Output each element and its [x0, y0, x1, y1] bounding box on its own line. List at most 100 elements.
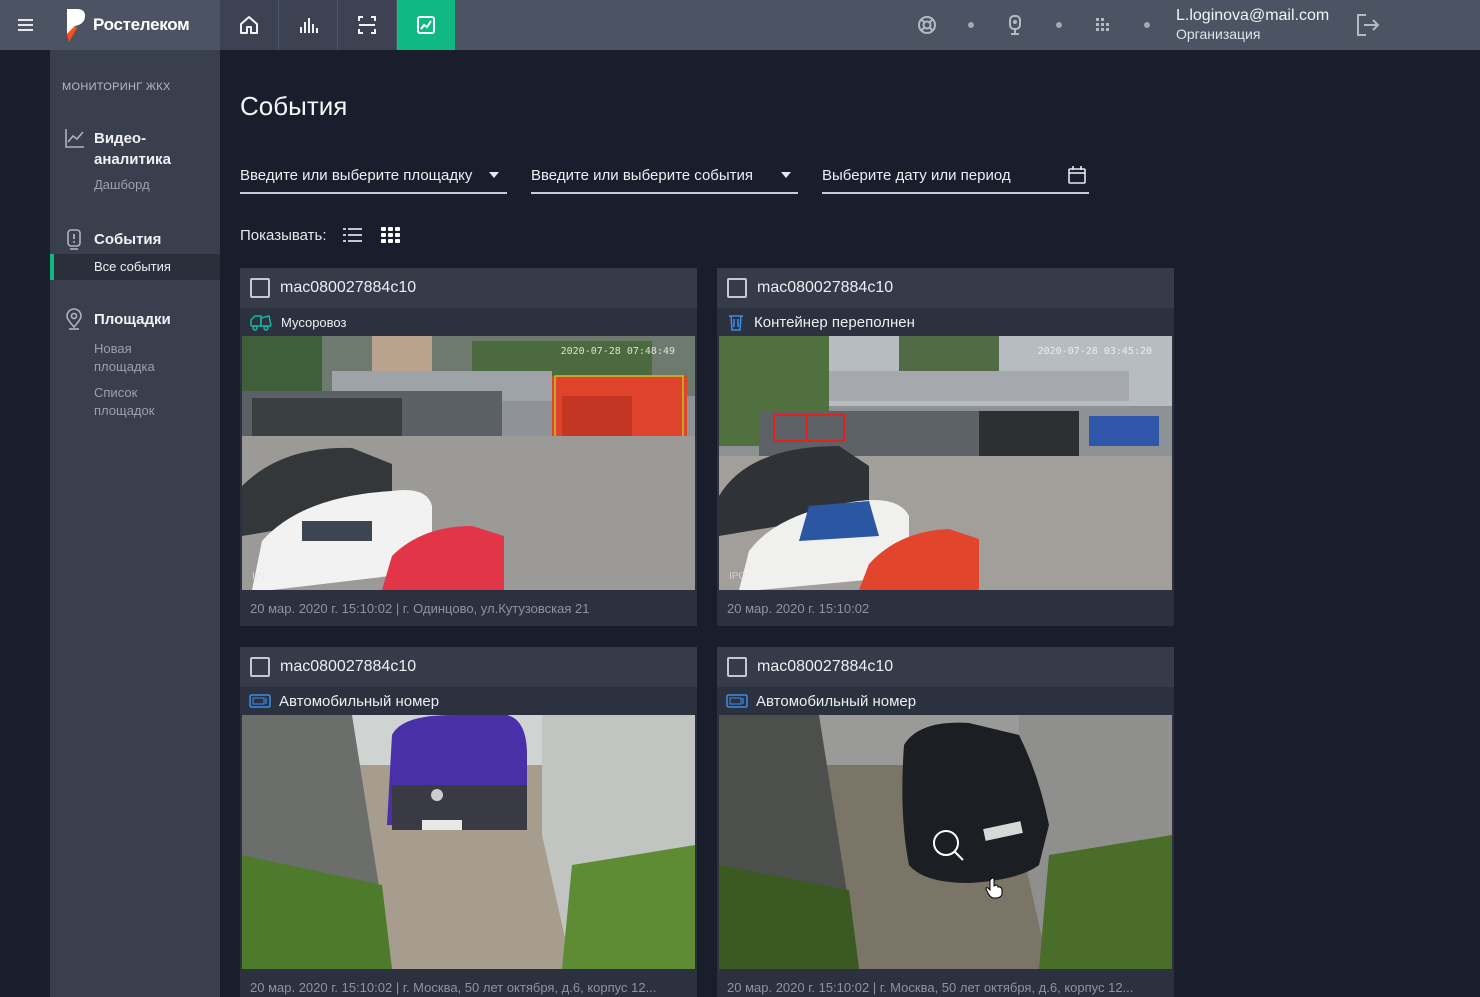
alert-icon: [67, 229, 81, 250]
grid-view-button[interactable]: [379, 225, 403, 245]
logout-button[interactable]: [1354, 11, 1382, 44]
sidebar-subitem-line1: Новая: [94, 341, 132, 356]
date-filter-placeholder: Выберите дату или период: [822, 166, 1011, 184]
sidebar-label-line1: Видео-: [94, 130, 147, 147]
event-card[interactable]: mac080027884c10 Контейнер переполнен 202…: [717, 268, 1174, 626]
sidebar-group-video-analytics: Видео-аналитика Дашборд: [50, 128, 220, 194]
camera-id: mac080027884c10: [280, 658, 417, 675]
trend-chart-icon: [65, 129, 84, 148]
camera-timestamp: 2020-07-28 03:45:20: [1037, 346, 1152, 357]
lifebuoy-icon: [918, 16, 936, 34]
nav-scan[interactable]: [338, 0, 397, 50]
camera-snapshot[interactable]: 2020-07-28 03:45:20 IPC: [719, 336, 1172, 590]
sidebar-subitem-line2: площадка: [94, 359, 155, 374]
building-icon: [1096, 18, 1109, 31]
top-actions: [905, 0, 1169, 50]
location-pin-icon: [66, 308, 82, 330]
camera-timestamp: 2020-07-28 07:48:49: [560, 346, 675, 357]
logout-icon: [1357, 14, 1380, 36]
event-type: Автомобильный номер: [717, 687, 1174, 715]
sidebar-subitem-new-site[interactable]: Новая площадка: [50, 340, 220, 376]
sidebar-item-events[interactable]: События: [50, 229, 220, 250]
card-footer: 20 мар. 2020 г. 15:10:02: [727, 600, 870, 616]
nav-analytics[interactable]: [397, 0, 456, 50]
card-checkbox[interactable]: [727, 657, 747, 677]
card-header: mac080027884c10: [240, 268, 697, 308]
nav-statistics[interactable]: [279, 0, 338, 50]
card-header: mac080027884c10: [717, 268, 1174, 308]
user-profile[interactable]: L.loginova@mail.com Организация: [1176, 6, 1329, 44]
camera-watermark: IPC: [729, 571, 746, 582]
card-checkbox[interactable]: [250, 278, 270, 298]
event-type-label: Контейнер переполнен: [754, 313, 915, 331]
trash-bin-icon: [729, 315, 743, 331]
sidebar-item-video-analytics[interactable]: Видео-аналитика: [50, 128, 220, 170]
sidebar-label-line2: аналитика: [94, 151, 171, 168]
event-type: Автомобильный номер: [240, 687, 697, 715]
sidebar-subitem-dashboard[interactable]: Дашборд: [50, 176, 220, 194]
date-filter[interactable]: Выберите дату или период: [822, 158, 1089, 194]
sidebar-item-sites[interactable]: Площадки: [50, 308, 220, 330]
sidebar-subitem-line1: Список: [94, 385, 138, 400]
sidebar-subitem-site-list[interactable]: Список площадок: [50, 384, 220, 420]
chevron-down-icon: [489, 172, 499, 178]
camera-snapshot[interactable]: 2020-07-28 07:48:49 IPC: [242, 336, 695, 590]
page-title: События: [240, 91, 348, 121]
driveway-image: [719, 715, 1172, 969]
card-checkbox[interactable]: [727, 278, 747, 298]
brand-logo[interactable]: Ростелеком: [50, 0, 220, 50]
event-type-label: Автомобильный номер: [279, 692, 440, 710]
user-organization: Организация: [1176, 26, 1261, 42]
rail: [0, 50, 50, 997]
user-email: L.loginova@mail.com: [1176, 7, 1330, 24]
sidebar-label: Площадки: [94, 311, 171, 328]
analytics-icon: [417, 16, 435, 34]
cameras[interactable]: [993, 0, 1037, 50]
event-filter[interactable]: Введите или выберите события: [531, 158, 798, 194]
calendar-icon[interactable]: [1067, 165, 1087, 185]
chevron-down-icon: [781, 172, 791, 178]
cursor-hand-icon: [985, 877, 1003, 899]
event-card[interactable]: mac080027884c10 Автомобильный номер 20 м…: [717, 647, 1174, 997]
buildings[interactable]: [1081, 0, 1125, 50]
site-filter[interactable]: Введите или выберите площадку: [240, 158, 507, 194]
camera-watermark: IPC: [252, 571, 269, 582]
card-footer: 20 мар. 2020 г. 15:10:02 | г. Москва, 50…: [250, 979, 657, 995]
camera-snapshot[interactable]: [242, 715, 695, 969]
parking-lot-image: [242, 336, 695, 590]
event-type-label: Автомобильный номер: [756, 692, 917, 710]
card-footer: 20 мар. 2020 г. 15:10:02 | г. Москва, 50…: [727, 979, 1134, 995]
top-bar: Ростелеком L.loginova@mail.com Организац…: [0, 0, 1480, 50]
support[interactable]: [905, 0, 949, 50]
grid-icon: [380, 227, 400, 243]
sidebar-label: События: [94, 231, 162, 248]
card-checkbox[interactable]: [250, 657, 270, 677]
view-mode-label: Показывать:: [240, 226, 327, 244]
event-type-label: Мусоровоз: [281, 314, 347, 330]
event-card[interactable]: mac080027884c10 Мусоровоз 2020-07-28 07:…: [240, 268, 697, 626]
bar-chart-icon: [300, 18, 318, 33]
camera-icon: [1009, 15, 1021, 35]
menu-icon[interactable]: [0, 0, 50, 50]
event-type: Мусоровоз: [240, 308, 697, 336]
event-filter-placeholder: Введите или выберите события: [531, 166, 754, 184]
separator-dot: [968, 22, 974, 28]
sidebar-subitem-all-events[interactable]: Все события: [50, 254, 220, 280]
list-view-button[interactable]: [341, 225, 365, 245]
separator-dot: [1056, 22, 1062, 28]
home-icon: [240, 16, 258, 34]
scan-icon: [358, 16, 376, 34]
camera-snapshot[interactable]: [719, 715, 1172, 969]
card-header: mac080027884c10: [240, 647, 697, 687]
camera-id: mac080027884c10: [757, 658, 894, 675]
parking-lot-image: [719, 336, 1172, 590]
nav-home[interactable]: [220, 0, 279, 50]
view-mode-row: Показывать:: [240, 225, 403, 245]
camera-id: mac080027884c10: [757, 279, 894, 296]
brand-name: Ростелеком: [93, 15, 190, 34]
list-icon: [342, 228, 362, 242]
card-header: mac080027884c10: [717, 647, 1174, 687]
license-plate-icon: [726, 694, 748, 708]
event-card[interactable]: mac080027884c10 Автомобильный номер 20 м…: [240, 647, 697, 997]
sidebar-group-sites: Площадки Новая площадка Список площадок: [50, 308, 220, 420]
